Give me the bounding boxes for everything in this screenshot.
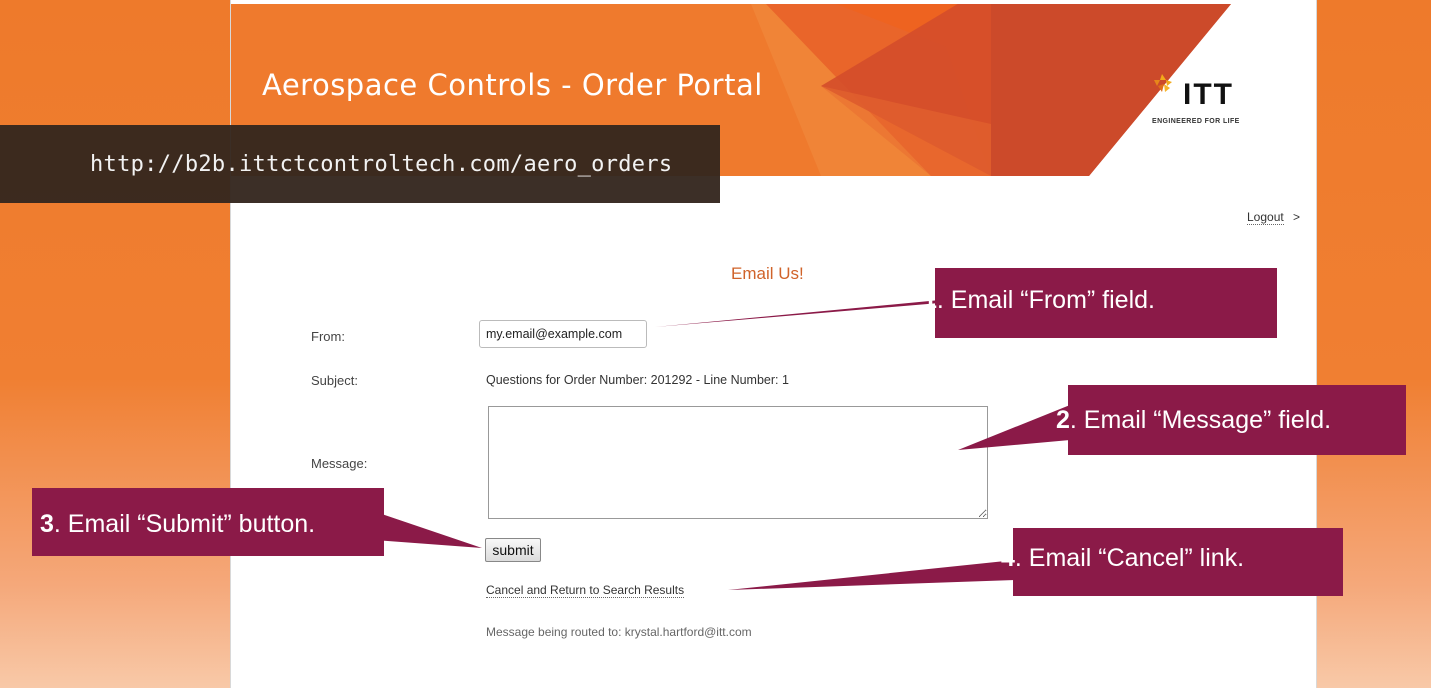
callout-3: 3. Email “Submit” button. (40, 510, 315, 539)
portal-title: Aerospace Controls - Order Portal (262, 68, 763, 102)
subject-value: Questions for Order Number: 201292 - Lin… (486, 373, 789, 387)
callout-4: 4. Email “Cancel” link. (1001, 544, 1244, 573)
logo-tagline: ENGINEERED FOR LIFE (1152, 118, 1240, 125)
itt-logo-icon (1154, 74, 1172, 92)
callout-2-text: . Email “Message” field. (1069, 406, 1332, 434)
callout-2: 2. Email “Message” field. (1056, 406, 1331, 435)
callout-1: 1. Email “From” field. (923, 286, 1155, 315)
routed-to-text: Message being routed to: krystal.hartfor… (486, 625, 752, 639)
logout-arrow-icon: > (1293, 210, 1301, 224)
left-background-panel (0, 0, 231, 688)
callout-1-text: . Email “From” field. (936, 286, 1155, 314)
callout-3-text: . Email “Submit” button. (53, 510, 316, 538)
from-label: From: (311, 329, 345, 344)
callout-4-text: . Email “Cancel” link. (1014, 544, 1245, 572)
right-background-panel (1316, 0, 1431, 688)
submit-button[interactable]: submit (485, 538, 541, 562)
email-form-title: Email Us! (731, 264, 804, 283)
message-label: Message: (311, 456, 368, 471)
callout-4-number: 4 (1001, 544, 1015, 572)
from-email-input[interactable] (479, 320, 647, 348)
callout-1-number: 1 (923, 286, 937, 314)
callout-3-number: 3 (40, 510, 54, 538)
portal-url: http://b2b.ittctcontroltech.com/aero_ord… (90, 152, 673, 177)
logo-name: ITT (1183, 78, 1234, 111)
callout-2-number: 2 (1056, 406, 1070, 434)
message-textarea[interactable] (488, 406, 988, 519)
cancel-link[interactable]: Cancel and Return to Search Results (486, 583, 685, 598)
logout-link[interactable]: Logout (1247, 210, 1284, 225)
subject-label: Subject: (311, 373, 358, 388)
